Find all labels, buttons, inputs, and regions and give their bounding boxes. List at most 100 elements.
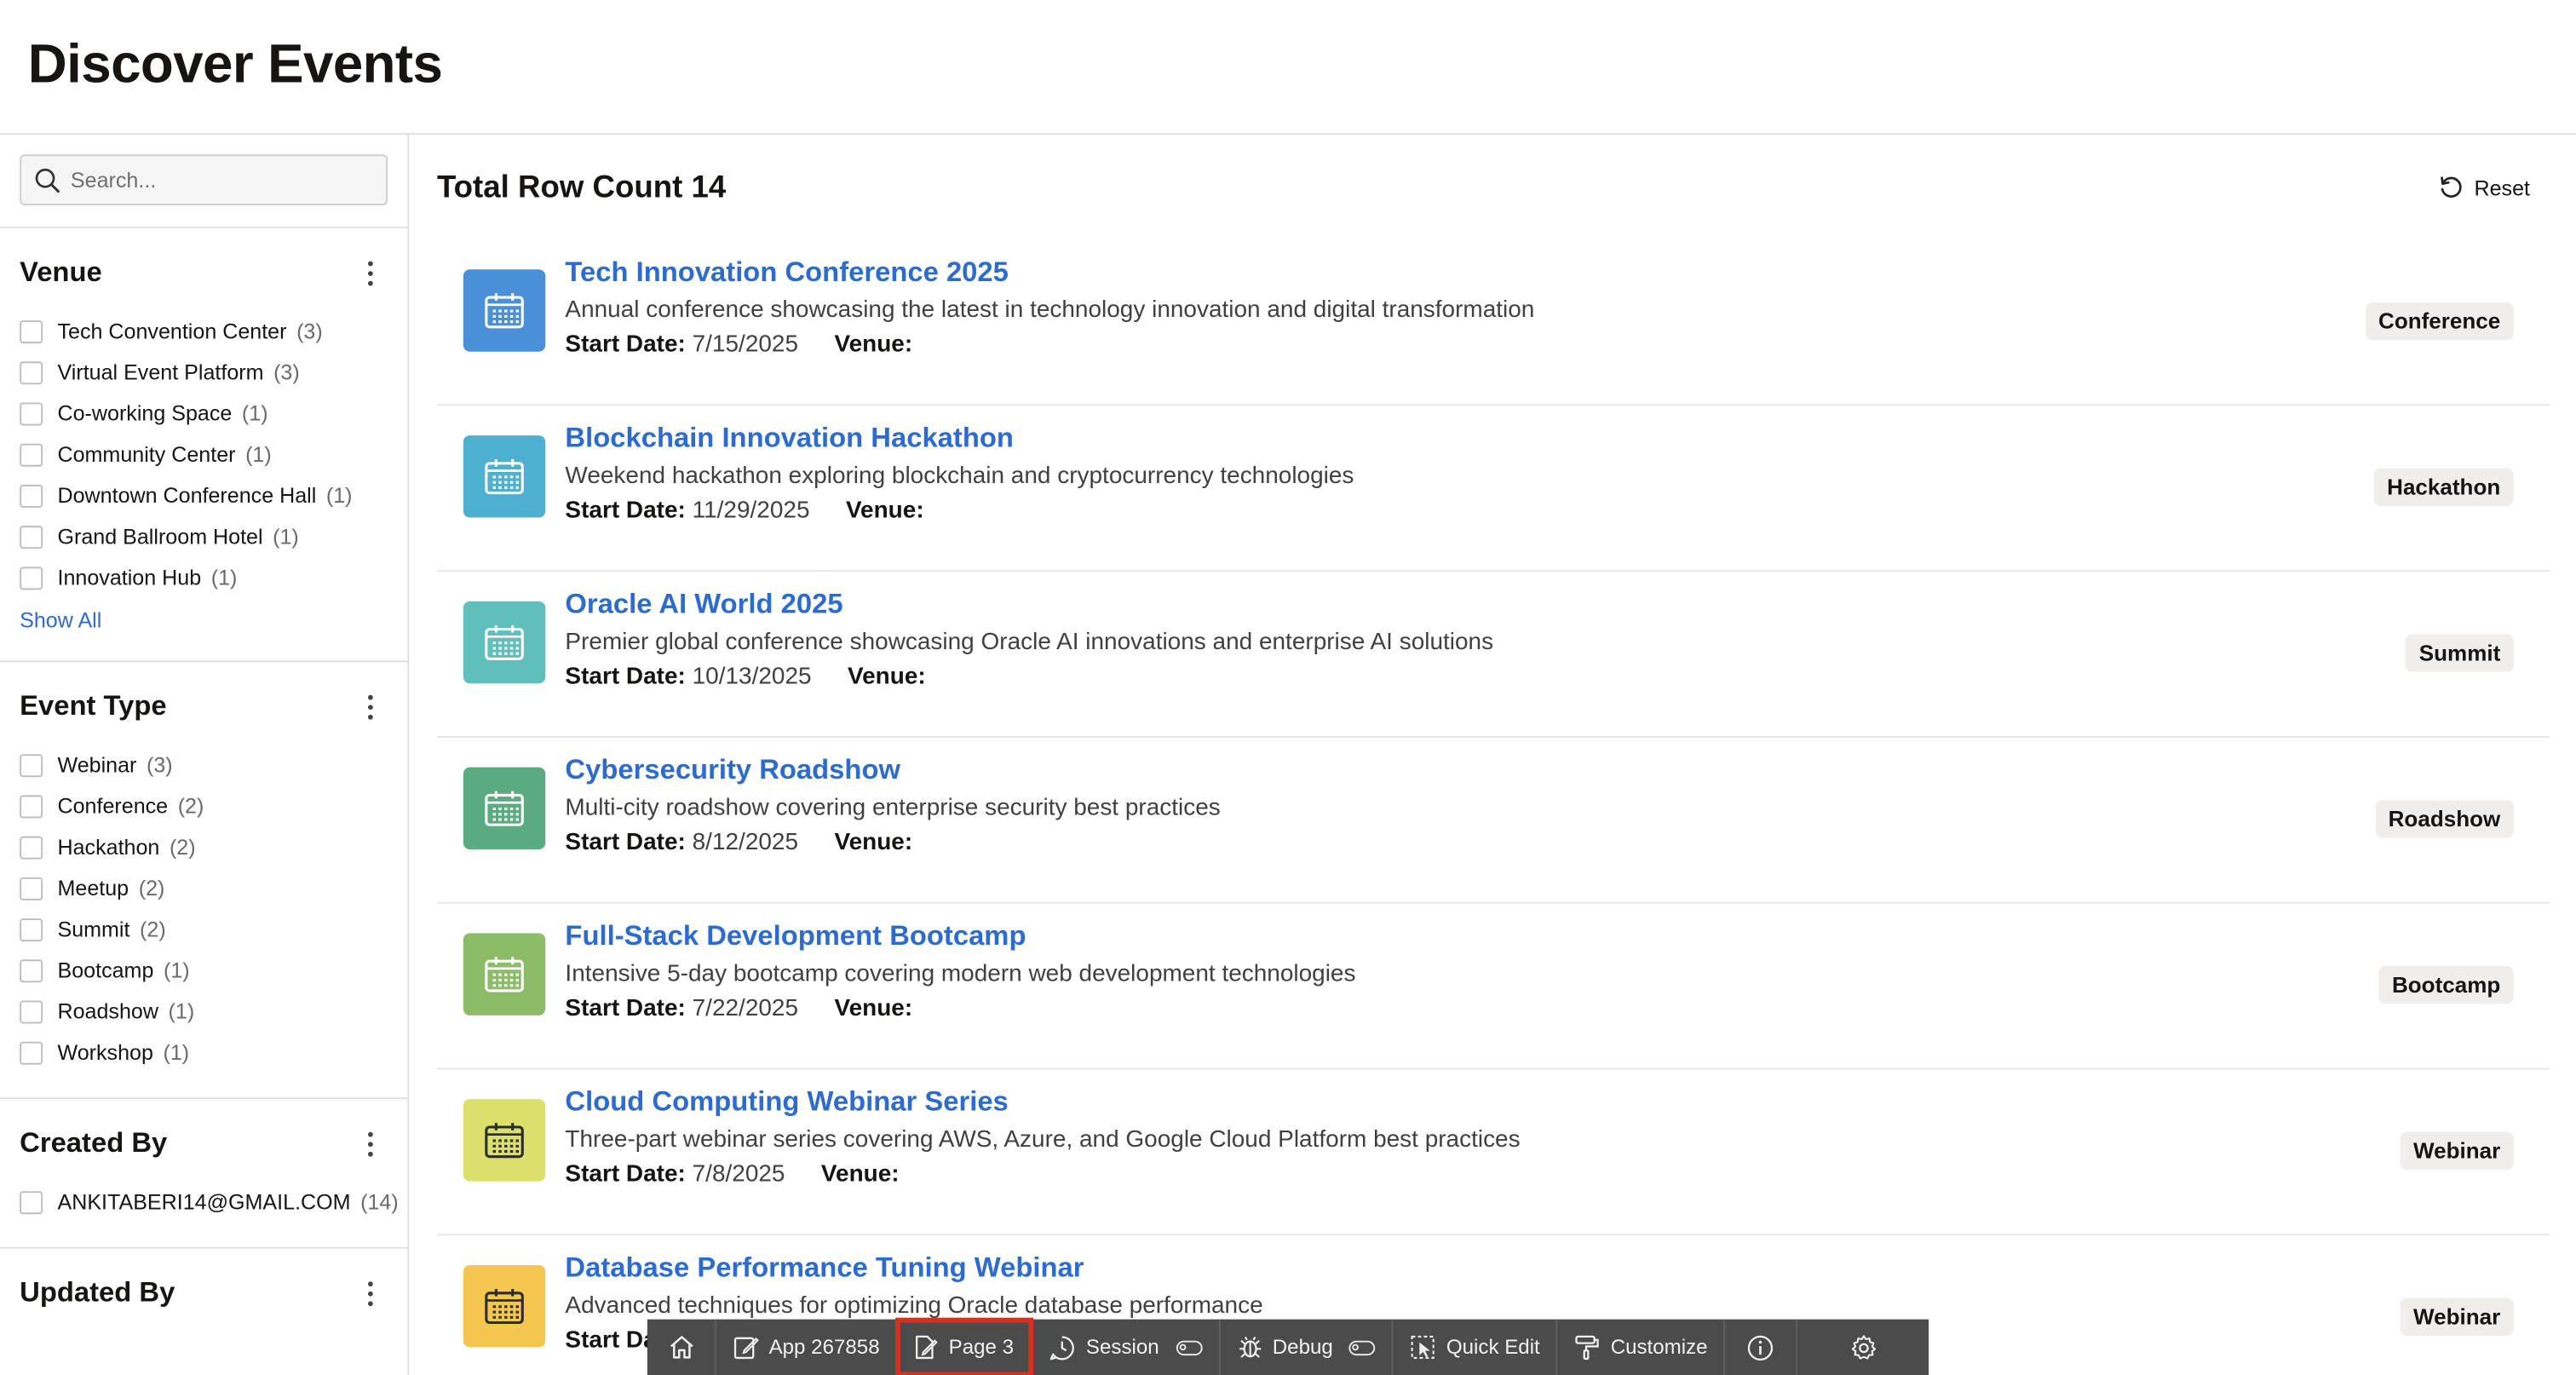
facet-venue-options: Tech Convention Center (3) Virtual Event P… [20,310,388,597]
devbar-page-button[interactable]: Page 3 [895,1317,1034,1375]
event-title-link[interactable]: Cloud Computing Webinar Series [565,1086,1008,1119]
total-row-count: Total Row Count 14 [436,170,727,206]
venue-option-count: (1) [241,400,268,426]
search-icon [35,167,60,193]
reset-button[interactable]: Reset [2438,174,2530,200]
created-by-option-count: (14) [360,1189,399,1215]
facet-event-type-menu-icon[interactable] [358,690,381,723]
devbar-settings-button[interactable] [1798,1320,1929,1375]
event-type-option[interactable]: Webinar (3) [20,745,388,785]
event-type-option-label: Summit [57,917,130,942]
event-type-option[interactable]: Bootcamp (1) [20,950,388,991]
devbar-session-button[interactable]: Session [1032,1319,1221,1375]
devbar-home-button[interactable] [647,1319,716,1375]
event-title-link[interactable]: Database Performance Tuning Webinar [565,1252,1084,1286]
devbar-app-label: App 267858 [768,1335,880,1359]
app-root: Discover Events Venue Tech Convention Ce… [0,0,2576,1375]
venue-option[interactable]: Co-working Space (1) [20,393,388,434]
devbar-customize-button[interactable]: Customize [1558,1319,1726,1375]
event-type-checkbox[interactable] [20,1040,43,1064]
event-meta: Start Date: 11/29/2025 Venue: [565,498,923,524]
event-icon-tile [463,1264,546,1348]
event-title-link[interactable]: Blockchain Innovation Hackathon [565,423,1013,456]
venue-option[interactable]: Community Center (1) [20,434,388,475]
start-date-value: 7/15/2025 [692,331,799,359]
event-title-link[interactable]: Tech Innovation Conference 2025 [565,256,1008,290]
session-toggle-icon[interactable] [1175,1339,1202,1355]
event-type-checkbox[interactable] [20,876,43,900]
devbar-session-label: Session [1085,1335,1159,1359]
venue-checkbox[interactable] [20,483,43,507]
event-icon-tile [463,1099,546,1182]
event-type-option[interactable]: Conference (2) [20,785,388,826]
edit-app-icon [733,1337,759,1360]
event-type-checkbox[interactable] [20,958,43,982]
venue-label: Venue: [834,829,913,856]
facet-event-type-title: Event Type [20,689,167,722]
event-type-option[interactable]: Meetup (2) [20,867,388,908]
created-by-option[interactable]: ANKITABERI14@GMAIL.COM (14) [20,1182,399,1223]
facet-updated-by-title: Updated By [20,1276,175,1309]
search-box[interactable] [20,154,388,206]
venue-checkbox[interactable] [20,401,43,425]
facet-venue-menu-icon[interactable] [358,256,381,290]
event-title-link[interactable]: Cybersecurity Roadshow [565,754,900,787]
event-type-option[interactable]: Workshop (1) [20,1032,388,1073]
results-header: Total Row Count 14 Reset [409,135,2576,239]
venue-checkbox[interactable] [20,360,43,384]
event-type-option[interactable]: Roadshow (1) [20,991,388,1032]
venue-option[interactable]: Downtown Conference Hall (1) [20,475,388,515]
start-date-label: Start Date: [565,498,686,525]
event-type-badge: Hackathon [2373,468,2514,506]
venue-option[interactable]: Innovation Hub (1) [20,557,388,598]
venue-option[interactable]: Virtual Event Platform (3) [20,352,388,393]
event-type-checkbox[interactable] [20,794,43,818]
start-date-label: Start Date: [565,829,686,856]
event-type-checkbox[interactable] [20,835,43,859]
event-type-option-count: (1) [163,1039,190,1065]
debug-toggle-icon[interactable] [1349,1339,1376,1355]
start-date-value: 7/8/2025 [692,1161,785,1188]
venue-checkbox[interactable] [20,566,43,590]
event-type-option-count: (1) [163,958,190,983]
calendar-icon [485,293,524,329]
created-by-checkbox[interactable] [20,1190,43,1214]
search-input[interactable] [67,165,370,194]
event-type-checkbox[interactable] [20,999,43,1023]
start-date-label: Start Date: [565,995,686,1022]
facet-created-by-menu-icon[interactable] [358,1127,381,1160]
results-region: Total Row Count 14 Reset Tech Innovation… [409,135,2576,1375]
devbar-customize-label: Customize [1610,1335,1708,1359]
venue-option-label: Grand Ballroom Hotel [57,524,263,549]
paint-roller-icon [1575,1335,1600,1361]
devbar-info-button[interactable] [1726,1319,1798,1375]
event-icon-tile [463,269,546,352]
venue-checkbox[interactable] [20,525,43,549]
devbar-app-button[interactable]: App 267858 [716,1319,898,1375]
event-description: Premier global conference showcasing Ora… [565,629,1494,656]
venue-option[interactable]: Tech Convention Center (3) [20,310,388,351]
event-title-link[interactable]: Oracle AI World 2025 [565,588,842,621]
event-description: Advanced techniques for optimizing Oracl… [565,1292,1263,1320]
devbar-debug-button[interactable]: Debug [1220,1319,1394,1375]
event-type-badge: Bootcamp [2378,965,2514,1004]
event-row: Blockchain Innovation Hackathon Weekend h… [436,406,2550,572]
venue-checkbox[interactable] [20,442,43,466]
event-type-option[interactable]: Summit (2) [20,908,388,949]
event-type-option-count: (3) [147,752,173,778]
event-type-checkbox[interactable] [20,918,43,941]
event-type-option[interactable]: Hackathon (2) [20,826,388,867]
venue-show-all-link[interactable]: Show All [20,608,101,633]
venue-option[interactable]: Grand Ballroom Hotel (1) [20,516,388,557]
event-type-checkbox[interactable] [20,753,43,777]
event-title-link[interactable]: Full-Stack Development Bootcamp [565,920,1026,953]
event-type-option-count: (2) [169,834,196,860]
venue-option-count: (1) [325,482,353,508]
devbar-debug-label: Debug [1272,1335,1333,1359]
devbar-quick-edit-button[interactable]: Quick Edit [1394,1319,1558,1375]
start-date-value: 11/29/2025 [692,498,810,525]
event-type-option-label: Webinar [57,752,137,778]
venue-checkbox[interactable] [20,319,43,343]
facet-updated-by-menu-icon[interactable] [358,1276,381,1309]
devbar-quick-edit-label: Quick Edit [1446,1335,1540,1359]
